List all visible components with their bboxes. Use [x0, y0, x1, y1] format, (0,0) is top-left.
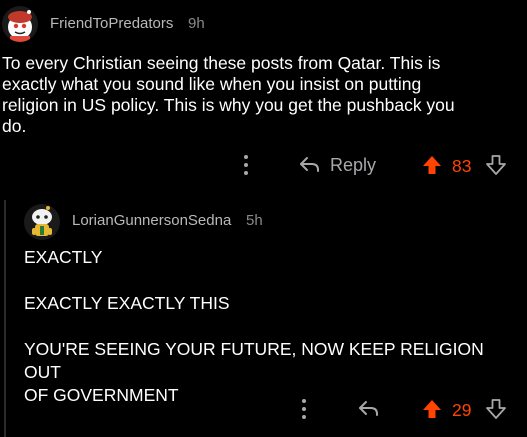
reply-arrow-icon	[300, 157, 319, 172]
avatar-snoo-image	[2, 6, 38, 42]
comment-username[interactable]: LorianGunnersonSedna	[72, 212, 231, 229]
comment-age: 9h	[188, 15, 205, 32]
comment-body-line	[24, 269, 524, 292]
comment-age: 5h	[246, 212, 263, 229]
downvote-button[interactable]	[483, 396, 509, 422]
comment-body-line	[24, 315, 524, 338]
thread-line[interactable]	[4, 200, 6, 437]
comment-body-line: do.	[2, 116, 27, 136]
comment-body-line: OF GOVERNMENT	[24, 385, 179, 405]
user-avatar[interactable]	[2, 6, 38, 42]
vertical-ellipsis-icon	[302, 399, 306, 419]
comment-username[interactable]: FriendToPredators	[50, 15, 173, 32]
vote-score: 83	[452, 156, 472, 176]
upvote-arrow-icon	[423, 156, 441, 174]
avatar-snoo-image	[24, 204, 60, 240]
comment-body-line: exactly what you sound like when you ins…	[2, 74, 422, 94]
comment-body: To every Christian seeing these posts fr…	[2, 53, 522, 137]
comment-body-line: To every Christian seeing these posts fr…	[2, 53, 441, 73]
comment-body-line: religion in US policy. This is why you g…	[2, 95, 455, 115]
comment-body-line: EXACTLY	[24, 247, 103, 267]
vote-score: 29	[452, 400, 472, 420]
more-options-button[interactable]	[236, 152, 256, 178]
reply-button[interactable]: Reply	[298, 152, 376, 178]
downvote-button[interactable]	[483, 152, 509, 178]
vertical-ellipsis-icon	[244, 155, 248, 175]
reply-arrow-icon	[359, 401, 378, 416]
reply-label: Reply	[330, 154, 377, 175]
upvote-arrow-icon	[423, 400, 441, 418]
upvote-button[interactable]	[419, 396, 445, 422]
more-options-button[interactable]	[294, 396, 314, 422]
comment-body-line: EXACTLY EXACTLY THIS	[24, 293, 230, 313]
comment-body: EXACTLY EXACTLY EXACTLY THIS YOU'RE SEEI…	[24, 246, 524, 407]
reply-button[interactable]	[356, 396, 382, 422]
downvote-arrow-icon	[486, 399, 506, 419]
user-avatar[interactable]	[24, 204, 60, 240]
comment-body-line: YOU'RE SEEING YOUR FUTURE, NOW KEEP RELI…	[24, 339, 484, 382]
upvote-button[interactable]	[419, 152, 445, 178]
downvote-arrow-icon	[486, 155, 506, 175]
